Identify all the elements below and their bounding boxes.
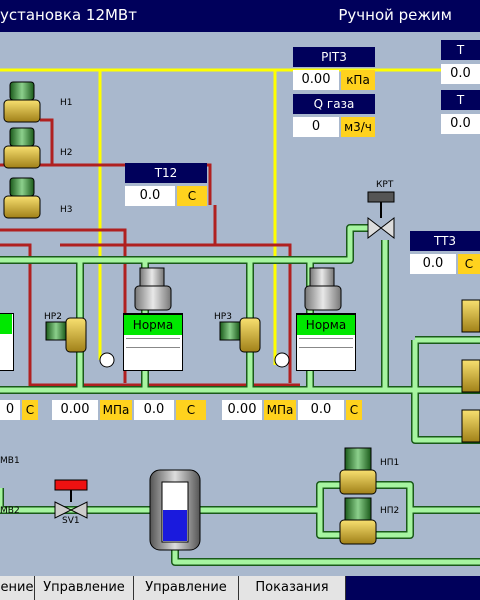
readout-5-value: 0.0 bbox=[298, 400, 344, 420]
pump-h3-icon bbox=[3, 177, 41, 219]
readout-3-unit: C bbox=[176, 400, 206, 420]
pump-hp3-icon bbox=[219, 317, 261, 353]
pump-right-3-icon bbox=[461, 409, 480, 443]
label-h3: Н3 bbox=[60, 205, 73, 215]
readout-3-value: 0.0 bbox=[134, 400, 174, 420]
readout-1-unit: C bbox=[22, 400, 38, 420]
t12-unit: C bbox=[177, 186, 207, 206]
pit3-title: PIT3 bbox=[293, 47, 375, 67]
tab-active[interactable] bbox=[346, 576, 480, 600]
cold-water-pipes-fill bbox=[0, 225, 480, 565]
pump-hp2-icon bbox=[45, 317, 87, 353]
krt-valve-icon bbox=[367, 191, 395, 240]
mode-indicator[interactable]: Ручной режим bbox=[338, 6, 452, 24]
readout-2-unit: МПа bbox=[100, 400, 132, 420]
label-np2: НП2 bbox=[380, 506, 400, 516]
readout-2-value: 0.00 bbox=[52, 400, 98, 420]
t12-title: T12 bbox=[125, 163, 207, 183]
boiler-1-status: Норма bbox=[123, 314, 183, 335]
readout-5-unit: C bbox=[346, 400, 362, 420]
qgas-unit: м3/ч bbox=[341, 117, 375, 137]
label-hp3: НР3 bbox=[214, 312, 232, 322]
pit3-unit: кПа bbox=[341, 70, 375, 90]
qgas-value: 0 bbox=[293, 117, 339, 137]
nav-tabs: ение Управление Управление Показания bbox=[0, 576, 480, 600]
label-np1: НП1 bbox=[380, 458, 400, 468]
pump-h2-icon bbox=[3, 127, 41, 169]
qgas-title: Q газа bbox=[293, 94, 375, 114]
readout-4-unit: МПа bbox=[264, 400, 296, 420]
boiler-1[interactable]: Норма bbox=[123, 313, 183, 371]
pump-right-1-icon bbox=[461, 299, 480, 333]
pump-np1-icon bbox=[339, 447, 377, 495]
expansion-tank-icon bbox=[149, 469, 201, 551]
process-scheme bbox=[0, 68, 480, 566]
t12-value: 0.0 bbox=[125, 186, 175, 206]
tt3-unit: C bbox=[458, 254, 480, 274]
tr1-value: 0.0 bbox=[441, 64, 480, 84]
boiler-0-partial[interactable] bbox=[0, 313, 14, 371]
title-bar: установка 12МВт Ручной режим bbox=[0, 0, 480, 32]
label-hp2: НР2 bbox=[44, 312, 62, 322]
tab-control-1[interactable]: Управление bbox=[35, 576, 134, 600]
readout-1-value: 0 bbox=[0, 400, 20, 420]
label-mv2: МВ2 bbox=[0, 506, 20, 516]
label-krt: КРТ bbox=[376, 180, 394, 190]
label-h2: Н2 bbox=[60, 148, 73, 158]
label-sv1: SV1 bbox=[62, 516, 80, 526]
label-mv1: МВ1 bbox=[0, 456, 20, 466]
pump-np2-icon bbox=[339, 497, 377, 545]
readout-4-value: 0.00 bbox=[222, 400, 262, 420]
tt3-value: 0.0 bbox=[410, 254, 456, 274]
label-h1: Н1 bbox=[60, 98, 73, 108]
boiler-2[interactable]: Норма bbox=[296, 313, 356, 371]
pump-h1-icon bbox=[3, 81, 41, 123]
pump-right-2-icon bbox=[461, 359, 480, 393]
tab-control-2[interactable]: Управление bbox=[134, 576, 239, 600]
boiler-2-status: Норма bbox=[296, 314, 356, 335]
tt3-title: TT3 bbox=[410, 231, 480, 251]
installation-title: установка 12МВт bbox=[0, 6, 137, 24]
tr2-value: 0.0 bbox=[441, 114, 480, 134]
tab-readings[interactable]: Показания bbox=[239, 576, 346, 600]
tab-partial[interactable]: ение bbox=[0, 576, 35, 600]
tr1-title: T bbox=[441, 40, 480, 60]
pit3-value: 0.00 bbox=[293, 70, 339, 90]
tr2-title: T bbox=[441, 90, 480, 110]
